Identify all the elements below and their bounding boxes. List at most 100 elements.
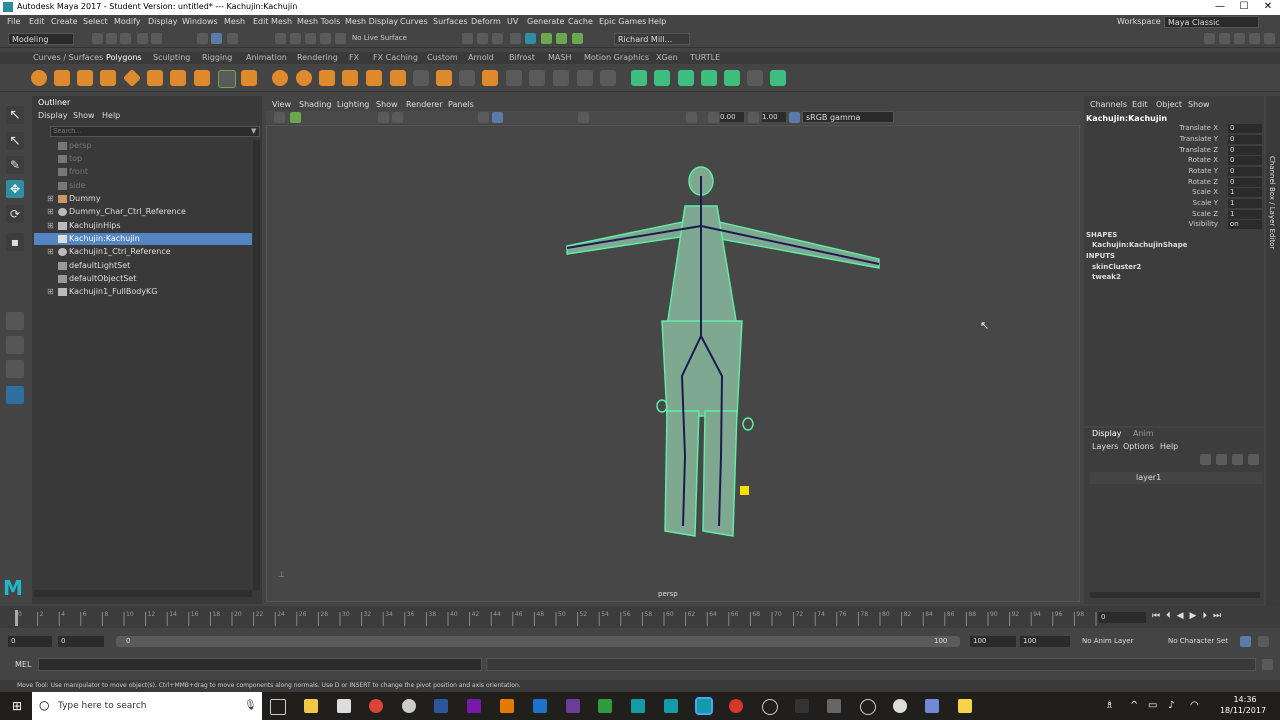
xray-icon[interactable] <box>686 112 697 123</box>
uv-editor-icon[interactable] <box>631 70 647 86</box>
user-account-dropdown[interactable]: Richard Mill... <box>614 33 690 45</box>
expand-icon[interactable]: ⊞ <box>47 193 54 205</box>
attr-value-field[interactable]: 0 <box>1228 135 1262 144</box>
layout-uv-icon[interactable] <box>770 70 786 86</box>
snap-grid-icon[interactable] <box>275 33 286 44</box>
outliner-item[interactable]: ⊞ Dummy_Char_Ctrl_Reference <box>34 206 252 218</box>
file-explorer-icon[interactable] <box>304 699 318 713</box>
attr-value-field[interactable]: on <box>1228 220 1262 229</box>
render-view-icon[interactable] <box>525 33 536 44</box>
scale-tool-icon[interactable]: ▪ <box>6 233 24 251</box>
ipr-render-icon[interactable] <box>477 33 488 44</box>
camera-attributes-icon[interactable] <box>290 112 301 123</box>
tab-rendering[interactable]: Rendering <box>297 53 338 62</box>
range-start-field[interactable]: 0 <box>58 636 104 647</box>
unfold-icon[interactable] <box>747 70 763 86</box>
attribute-editor-icon[interactable] <box>556 33 567 44</box>
render-frame-icon[interactable] <box>462 33 473 44</box>
outliner-item[interactable]: top <box>34 153 252 165</box>
channel-toggle-icon[interactable] <box>1264 33 1275 44</box>
outliner-item[interactable]: ⊞ Kachujin1_FullBodyKG <box>34 286 252 298</box>
menu-windows[interactable]: Windows <box>182 17 218 26</box>
layer-tab-display[interactable]: Display <box>1092 429 1122 438</box>
input-node[interactable]: tweak2 <box>1092 273 1121 281</box>
mail-icon[interactable] <box>337 699 351 713</box>
single-pane-layout-icon[interactable] <box>6 312 24 330</box>
open-scene-icon[interactable] <box>106 33 117 44</box>
select-hierarchy-icon[interactable] <box>197 33 208 44</box>
insert-edge-loop-icon[interactable] <box>506 70 522 86</box>
windows-start-icon[interactable]: ⊞ <box>12 700 24 712</box>
viewport-3d[interactable] <box>266 125 1080 602</box>
network-icon[interactable]: ▭ <box>1148 700 1157 711</box>
taskbar-search[interactable]: ○ Type here to search 🎙 <box>32 692 262 720</box>
menu-mesh[interactable]: Mesh <box>224 17 245 26</box>
select-tool-icon[interactable]: ↖ <box>6 106 24 124</box>
type-tool-icon[interactable] <box>218 70 236 88</box>
rotate-tool-icon[interactable]: ⟳ <box>6 205 24 223</box>
tray-arrow-icon[interactable]: ^ <box>1130 700 1138 711</box>
exposure-field[interactable]: 0.00 <box>720 112 744 122</box>
fill-hole-icon[interactable] <box>390 70 406 86</box>
menu-create[interactable]: Create <box>51 17 78 26</box>
outliner-item[interactable]: ⊞ Dummy <box>34 193 252 205</box>
tab-fx-caching[interactable]: FX Caching <box>373 53 418 62</box>
target-weld-icon[interactable] <box>529 70 545 86</box>
two-pane-layout-icon[interactable] <box>6 360 24 378</box>
attr-value-field[interactable]: 0 <box>1228 178 1262 187</box>
outliner-item[interactable]: side <box>34 180 252 192</box>
app-circle-icon[interactable] <box>762 699 778 715</box>
premiere-icon[interactable] <box>566 699 580 713</box>
smooth-shade-icon[interactable] <box>492 112 503 123</box>
viewport-menu-renderer[interactable]: Renderer <box>406 100 443 109</box>
bevel-icon[interactable] <box>482 70 498 86</box>
menu-edit[interactable]: Edit <box>29 17 45 26</box>
layer-row[interactable]: layer1 <box>1090 472 1262 484</box>
menu-surfaces[interactable]: Surfaces <box>433 17 468 26</box>
poly-torus-icon[interactable] <box>147 70 163 86</box>
close-button[interactable]: ✕ <box>1256 0 1280 15</box>
people-icon[interactable]: ♗ <box>1105 700 1114 711</box>
bridge-icon[interactable] <box>459 70 475 86</box>
menu-cache[interactable]: Cache <box>568 17 593 26</box>
volume-icon[interactable]: ♪ <box>1168 700 1174 711</box>
playback-controls[interactable]: ⏮⏴◀▶⏵⏭ <box>1152 611 1227 621</box>
select-component-icon[interactable] <box>227 33 238 44</box>
tab-mash[interactable]: MASH <box>548 53 571 62</box>
new-layer-icon[interactable] <box>1232 454 1243 465</box>
move-layer-down-icon[interactable] <box>1216 454 1227 465</box>
menu-edit-mesh[interactable]: Edit Mesh <box>253 17 292 26</box>
new-layer-selected-icon[interactable] <box>1248 454 1259 465</box>
outliner-menu-help[interactable]: Help <box>102 111 120 120</box>
mirror-icon[interactable] <box>319 70 335 86</box>
save-scene-icon[interactable] <box>120 33 131 44</box>
discord-icon[interactable] <box>925 699 939 713</box>
menu-help[interactable]: Help <box>648 17 666 26</box>
tool-settings-toggle-icon[interactable] <box>1249 33 1260 44</box>
tab-arnold[interactable]: Arnold <box>468 53 494 62</box>
expand-icon[interactable]: ⊞ <box>47 246 54 258</box>
outliner-menu-display[interactable]: Display <box>38 111 68 120</box>
snap-curve-icon[interactable] <box>290 33 301 44</box>
tab-custom[interactable]: Custom <box>427 53 458 62</box>
outliner-item[interactable]: defaultLightSet <box>34 260 252 272</box>
tab-rigging[interactable]: Rigging <box>202 53 232 62</box>
poly-pyramid-icon[interactable] <box>170 70 186 86</box>
svg-tool-icon[interactable] <box>241 70 257 86</box>
extrude-icon[interactable] <box>436 70 452 86</box>
app-ring-icon[interactable] <box>860 699 876 715</box>
notes-icon[interactable] <box>958 699 972 713</box>
channel-menu-channels[interactable]: Channels <box>1090 100 1127 109</box>
current-frame-field[interactable]: 0 <box>1098 612 1146 623</box>
menu-deform[interactable]: Deform <box>471 17 501 26</box>
layer-tab-anim[interactable]: Anim <box>1133 429 1154 438</box>
app-dark-icon[interactable] <box>795 699 809 713</box>
viewport-menu-show[interactable]: Show <box>376 100 398 109</box>
shape-node[interactable]: Kachujin:KachujinShape <box>1092 241 1187 249</box>
attr-value-field[interactable]: 1 <box>1228 199 1262 208</box>
spherical-map-icon[interactable] <box>701 70 717 86</box>
menu-curves[interactable]: Curves <box>400 17 428 26</box>
menu-uv[interactable]: UV <box>507 17 518 26</box>
outliner-toggle-icon[interactable] <box>1219 33 1230 44</box>
expand-icon[interactable]: ⊞ <box>47 286 54 298</box>
